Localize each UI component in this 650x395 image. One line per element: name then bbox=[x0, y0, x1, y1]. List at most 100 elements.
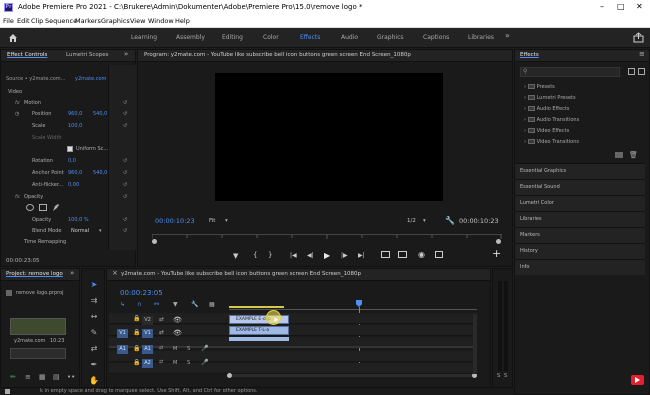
reset-icon[interactable]: ↺ bbox=[123, 217, 127, 223]
reset-icon[interactable]: ↺ bbox=[123, 170, 127, 176]
keyframe-area[interactable] bbox=[108, 65, 136, 250]
panel-menu-icon[interactable]: ≡ bbox=[639, 50, 645, 58]
mark-in-icon[interactable]: { bbox=[253, 251, 257, 259]
audio-track-a1[interactable] bbox=[109, 351, 477, 362]
solo-button[interactable]: S bbox=[187, 360, 190, 366]
32bit-effects-icon[interactable] bbox=[638, 68, 645, 75]
icon-view-icon[interactable]: ▦ bbox=[39, 373, 46, 381]
section-essential-graphics[interactable]: Essential Graphics bbox=[515, 163, 645, 179]
razor-tool-icon[interactable]: ✎ bbox=[88, 327, 100, 339]
workspace-audio[interactable]: Audio bbox=[341, 34, 358, 41]
track-target-a2[interactable]: A2 bbox=[142, 359, 153, 368]
minimize-icon[interactable]: – bbox=[600, 2, 604, 11]
meter-solo-right[interactable]: S bbox=[504, 373, 507, 379]
section-lumetri-color[interactable]: Lumetri Color bbox=[515, 195, 645, 211]
video-clip-v1[interactable]: EXAMPLE T-L-a bbox=[229, 326, 289, 335]
section-markers[interactable]: Markers bbox=[515, 227, 645, 243]
lock-icon[interactable]: 🔒 bbox=[133, 359, 140, 366]
timeline-ruler[interactable] bbox=[229, 300, 477, 310]
menu-graphics[interactable]: Graphics bbox=[101, 17, 130, 25]
panel-more-icon[interactable]: » bbox=[70, 269, 74, 277]
track-target-v1[interactable]: V1 bbox=[142, 329, 153, 338]
extract-icon[interactable] bbox=[398, 251, 407, 258]
anchor-x-value[interactable]: 960,0 bbox=[68, 170, 82, 176]
ellipse-mask-icon[interactable] bbox=[26, 204, 34, 211]
menu-window[interactable]: Window bbox=[148, 17, 174, 25]
sequence-tab[interactable]: y2mate.com - YouTube like subscribe bell… bbox=[121, 271, 361, 277]
tab-lumetri-scopes[interactable]: Lumetri Scopes bbox=[66, 52, 109, 58]
lock-icon[interactable]: 🔒 bbox=[133, 329, 140, 336]
workspace-editing[interactable]: Editing bbox=[222, 34, 243, 41]
blend-mode-dropdown[interactable]: Normal bbox=[71, 228, 89, 234]
step-forward-icon[interactable]: |▶ bbox=[341, 252, 348, 259]
video-track-v2[interactable] bbox=[109, 325, 477, 336]
comparison-view-icon[interactable] bbox=[435, 251, 443, 258]
video-clip-v1-tail[interactable] bbox=[229, 337, 289, 341]
program-video-frame[interactable] bbox=[215, 73, 443, 201]
camera-icon[interactable]: ◉ bbox=[418, 250, 425, 259]
opacity-value[interactable]: 100,0 % bbox=[68, 217, 89, 223]
chevron-down-icon[interactable]: ▾ bbox=[423, 218, 426, 224]
zoom-handle-left[interactable] bbox=[152, 239, 157, 244]
menu-sequence[interactable]: Sequence bbox=[45, 17, 77, 25]
timeline-timecode[interactable]: 00:00:23:05 bbox=[120, 289, 163, 297]
workspace-assembly[interactable]: Assembly bbox=[176, 34, 205, 41]
reset-icon[interactable]: ↺ bbox=[123, 111, 127, 117]
hand-tool-icon[interactable]: ✋ bbox=[88, 375, 100, 387]
freeform-view-icon[interactable]: ▤ bbox=[53, 373, 60, 381]
program-monitor-title[interactable]: Program: y2mate.com - YouTube like subsc… bbox=[144, 52, 411, 58]
go-to-in-icon[interactable]: |◀ bbox=[290, 252, 297, 259]
audio-track-a2[interactable] bbox=[109, 363, 477, 374]
project-tab[interactable]: Project: remove logo bbox=[6, 271, 63, 277]
motion-label[interactable]: Motion bbox=[24, 100, 41, 106]
list-view-icon[interactable]: ≡ bbox=[25, 373, 31, 381]
source-clip-label[interactable]: Source • y2mate.com... bbox=[6, 76, 65, 82]
effects-folder-presets[interactable]: › Presets bbox=[524, 84, 555, 90]
menu-help[interactable]: Help bbox=[175, 17, 190, 25]
selection-tool-icon[interactable]: ➤ bbox=[88, 279, 100, 291]
mute-button[interactable]: M bbox=[173, 346, 177, 352]
wrench-icon[interactable]: 🔧 bbox=[191, 301, 198, 308]
position-x-value[interactable]: 960,0 bbox=[68, 111, 82, 117]
track-target-a1[interactable]: A1 bbox=[142, 345, 153, 354]
timeline-vertical-scrollbar[interactable] bbox=[473, 314, 477, 374]
lock-icon[interactable]: 🔒 bbox=[133, 315, 140, 322]
reset-icon[interactable]: ↺ bbox=[123, 158, 127, 164]
section-essential-sound[interactable]: Essential Sound bbox=[515, 179, 645, 195]
play-icon[interactable]: ▶ bbox=[324, 251, 330, 260]
home-icon[interactable] bbox=[8, 33, 18, 43]
workspace-graphics[interactable]: Graphics bbox=[377, 34, 404, 41]
clip-thumbnail[interactable] bbox=[10, 318, 66, 335]
reset-icon[interactable]: ↺ bbox=[123, 194, 127, 200]
go-to-out-icon[interactable]: ▶| bbox=[358, 252, 365, 259]
effects-title[interactable]: Effects bbox=[520, 52, 539, 58]
section-info[interactable]: Info bbox=[515, 259, 645, 275]
more-icon[interactable]: •• bbox=[67, 373, 75, 381]
linked-selection-icon[interactable]: ⚯ bbox=[154, 301, 159, 308]
snap-icon[interactable]: ∩ bbox=[137, 301, 141, 308]
effects-folder-video-effects[interactable]: › Video Effects bbox=[524, 128, 569, 134]
add-marker-icon[interactable]: ▼ bbox=[233, 252, 238, 260]
workspace-more-icon[interactable]: » bbox=[505, 31, 510, 40]
sync-lock-icon[interactable]: ⇄ bbox=[159, 329, 164, 336]
time-remapping-label[interactable]: Time Remapping bbox=[24, 239, 66, 245]
chevron-down-icon[interactable]: ▾ bbox=[99, 228, 102, 234]
close-icon[interactable]: ✕ bbox=[636, 2, 643, 11]
eye-icon[interactable]: 👁 bbox=[173, 329, 182, 337]
tab-effect-controls[interactable]: Effect Controls bbox=[7, 52, 47, 58]
accelerated-effects-icon[interactable] bbox=[628, 68, 635, 75]
menu-markers[interactable]: Markers bbox=[75, 17, 101, 25]
workspace-libraries[interactable]: Libraries bbox=[468, 34, 494, 41]
microphone-icon[interactable]: 🎤 bbox=[201, 345, 208, 352]
clip-name[interactable]: y2mate.com bbox=[14, 338, 45, 344]
mark-out-icon[interactable]: } bbox=[268, 251, 272, 259]
sync-lock-icon[interactable]: ⇄ bbox=[159, 316, 164, 323]
ripple-edit-tool-icon[interactable]: ↔ bbox=[88, 311, 100, 323]
resolution-dropdown[interactable]: 1/2 bbox=[407, 218, 416, 224]
sync-lock-icon[interactable]: ⇄ bbox=[159, 359, 163, 365]
sync-lock-icon[interactable]: ⇄ bbox=[159, 345, 163, 351]
lift-icon[interactable] bbox=[381, 251, 390, 258]
maximize-icon[interactable]: □ bbox=[617, 2, 625, 11]
position-y-value[interactable]: 540,0 bbox=[93, 111, 107, 117]
menu-file[interactable]: File bbox=[3, 17, 14, 25]
